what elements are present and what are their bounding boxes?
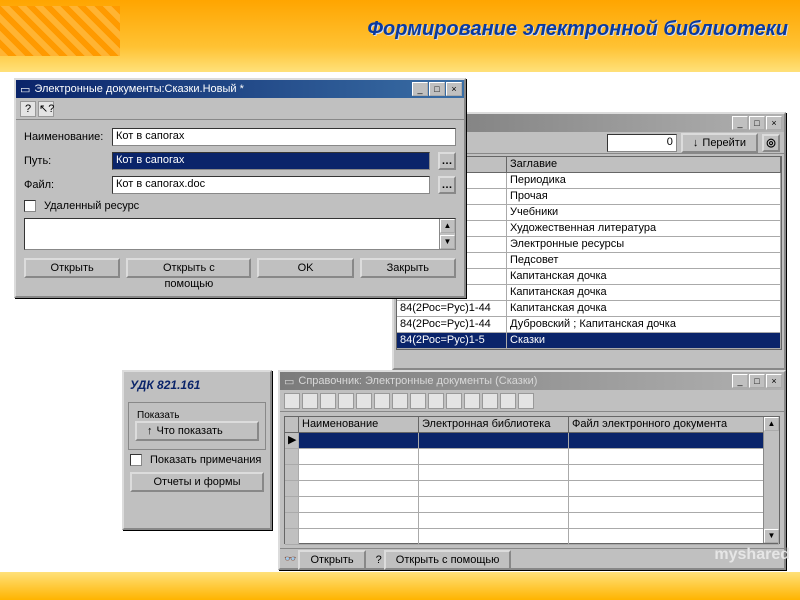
toolbar-icon[interactable] (338, 393, 354, 409)
toolbar-icon[interactable] (302, 393, 318, 409)
col-lib: Электронная библиотека (419, 417, 569, 433)
toolbar-icon[interactable] (284, 393, 300, 409)
minimize-button[interactable]: _ (412, 82, 428, 96)
notes-label: Показать примечания (150, 454, 261, 466)
help-icon: ? (376, 554, 382, 566)
ok-button[interactable]: OK (257, 258, 353, 278)
help-icon[interactable]: ? (20, 101, 36, 117)
remote-checkbox[interactable] (24, 200, 36, 212)
remote-label: Удаленный ресурс (44, 200, 139, 212)
maximize-button[interactable]: □ (749, 116, 765, 130)
browse-path-button[interactable]: … (438, 152, 456, 170)
minimize-button[interactable]: _ (732, 374, 748, 388)
glasses-icon: 👓 (284, 554, 296, 565)
col-name: Наименование (299, 417, 419, 433)
path-label: Путь: (24, 155, 104, 167)
path-field[interactable]: Кот в сапогах (112, 152, 430, 170)
table-row[interactable]: 84(2Рос=Рус)1-44Капитанская дочка (397, 301, 781, 317)
dlg-titlebar: ▭ Электронные документы:Сказки.Новый * _… (16, 80, 464, 98)
close-button[interactable]: × (766, 374, 782, 388)
close-button[interactable]: × (446, 82, 462, 96)
toolbar-icon[interactable] (464, 393, 480, 409)
maximize-button[interactable]: □ (429, 82, 445, 96)
watermark: myshared (714, 546, 790, 564)
scroll-up-icon[interactable]: ▲ (440, 219, 455, 233)
file-field[interactable]: Кот в сапогах.doc (112, 176, 430, 194)
target-icon[interactable]: ◎ (762, 134, 780, 152)
notes-checkbox[interactable] (130, 454, 142, 466)
table-row[interactable]: 84(2Рос=Рус)1-44Дубровский ; Капитанская… (397, 317, 781, 333)
col-title: Заглавие (507, 157, 781, 173)
down-arrow-icon: ↓ (693, 135, 699, 151)
file-label: Файл: (24, 179, 104, 191)
toolbar-icon[interactable] (320, 393, 336, 409)
maximize-button[interactable]: □ (749, 374, 765, 388)
toolbar-icon[interactable] (374, 393, 390, 409)
toolbar-icon[interactable] (410, 393, 426, 409)
toolbar-icon[interactable] (482, 393, 498, 409)
close-button[interactable]: × (766, 116, 782, 130)
toolbar-icon[interactable] (428, 393, 444, 409)
help-icon[interactable] (518, 393, 534, 409)
minimize-button[interactable]: _ (732, 116, 748, 130)
ref-titlebar: ▭ Справочник: Электронные документы (Ска… (280, 372, 784, 390)
open-button[interactable]: Открыть (24, 258, 120, 278)
browse-file-button[interactable]: … (438, 176, 456, 194)
table-cell[interactable] (569, 433, 779, 449)
open-with-button[interactable]: Открыть с помощью (126, 258, 251, 278)
name-field[interactable]: Кот в сапогах (112, 128, 456, 146)
book-icon: ▭ (284, 375, 294, 388)
listbox[interactable]: ▲ ▼ (24, 218, 456, 250)
udc-label: УДК 821.161 (130, 378, 264, 392)
ref-open-with-button[interactable]: Открыть с помощью (384, 550, 512, 570)
row-marker: ▶ (285, 433, 299, 449)
col-file: Файл электронного документа (569, 417, 779, 433)
up-arrow-icon: ↑ (147, 423, 153, 439)
page-title: Формирование электронной библиотеки (367, 18, 788, 41)
scroll-up-icon[interactable]: ▲ (764, 417, 779, 431)
table-cell[interactable] (419, 433, 569, 449)
name-label: Наименование: (24, 131, 104, 143)
toolbar-icon[interactable] (446, 393, 462, 409)
reports-button[interactable]: Отчеты и формы (130, 472, 264, 492)
toolbar-icon[interactable] (356, 393, 372, 409)
go-value[interactable]: 0 (607, 134, 677, 152)
scroll-down-icon[interactable]: ▼ (764, 529, 779, 543)
close-dlg-button[interactable]: Закрыть (360, 258, 456, 278)
what-to-show-button[interactable]: ↑ Что показать (135, 421, 259, 441)
dlg-title: Электронные документы:Сказки.Новый * (34, 83, 243, 95)
toolbar-icon[interactable] (500, 393, 516, 409)
show-legend: Показать (135, 410, 182, 421)
toolbar-icon[interactable] (392, 393, 408, 409)
table-cell[interactable] (299, 433, 419, 449)
ref-open-button[interactable]: Открыть (298, 550, 365, 570)
scrollbar[interactable]: ▲ ▼ (763, 417, 779, 543)
window-icon: ▭ (20, 83, 30, 96)
table-row[interactable]: 84(2Рос=Рус)1-5Сказки (397, 333, 781, 349)
ref-title: Справочник: Электронные документы (Сказк… (298, 375, 537, 387)
scroll-down-icon[interactable]: ▼ (440, 235, 455, 249)
cursor-help-icon[interactable]: ↖? (38, 101, 54, 117)
go-button[interactable]: ↓ Перейти (681, 133, 758, 153)
row-marker-col (285, 417, 299, 433)
